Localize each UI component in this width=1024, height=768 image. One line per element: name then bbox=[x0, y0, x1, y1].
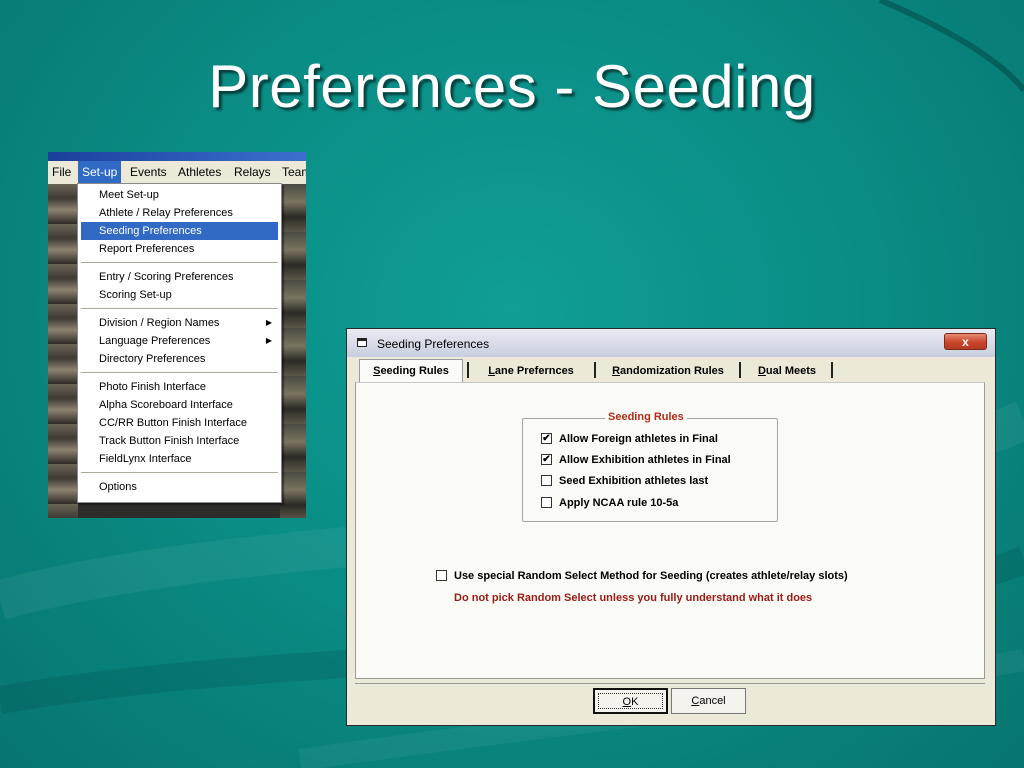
tab-divider bbox=[831, 362, 833, 378]
tab-bar: Seeding Rules Lane Prefernces Randomizat… bbox=[355, 359, 988, 382]
tab-access-key: R bbox=[612, 365, 621, 377]
checkbox-unchecked-icon[interactable] bbox=[436, 570, 447, 581]
menu-item-directory-preferences[interactable]: Directory Preferences bbox=[81, 350, 278, 368]
menu-separator bbox=[81, 262, 278, 263]
menu-team[interactable]: Team bbox=[282, 165, 306, 179]
blurred-background-right bbox=[280, 184, 306, 518]
menu-item-track-button-finish-interface[interactable]: Track Button Finish Interface bbox=[81, 432, 278, 450]
tab-randomization-rules[interactable]: Randomization Rules bbox=[599, 361, 737, 381]
checkbox-label: Use special Random Select Method for See… bbox=[454, 570, 848, 582]
menu-file[interactable]: File bbox=[52, 165, 71, 179]
button-bar: OK Cancel bbox=[355, 683, 985, 718]
menu-item-photo-finish-interface[interactable]: Photo Finish Interface bbox=[81, 378, 278, 396]
ok-button[interactable]: OK bbox=[593, 688, 668, 714]
tab-dual-meets[interactable]: Dual Meets bbox=[745, 361, 829, 381]
seeding-preferences-dialog: Seeding Preferences x Seeding Rules Lane… bbox=[346, 328, 996, 726]
submenu-arrow-icon: ▶ bbox=[265, 318, 272, 327]
seeding-rules-panel: Seeding Rules ✔ Allow Foreign athletes i… bbox=[355, 382, 985, 679]
button-label: ancel bbox=[699, 695, 726, 707]
menu-separator bbox=[81, 372, 278, 373]
checkbox-unchecked-icon[interactable] bbox=[541, 497, 552, 508]
checkbox-checked-icon[interactable]: ✔ bbox=[541, 433, 552, 444]
menu-athletes[interactable]: Athletes bbox=[178, 165, 221, 179]
checkbox-label: Allow Foreign athletes in Final bbox=[559, 433, 718, 445]
menu-screenshot: File Set-up Events Athletes Relays Tea m … bbox=[48, 152, 306, 518]
tab-divider bbox=[739, 362, 741, 378]
menu-item-entry-scoring-preferences[interactable]: Entry / Scoring Preferences bbox=[81, 268, 278, 286]
dialog-title: Seeding Preferences bbox=[377, 337, 490, 351]
checkbox-label: Apply NCAA rule 10-5a bbox=[559, 497, 679, 509]
close-button[interactable]: x bbox=[944, 333, 987, 350]
menu-separator bbox=[81, 308, 278, 309]
random-select-warning: Do not pick Random Select unless you ful… bbox=[454, 592, 813, 604]
cancel-button[interactable]: Cancel bbox=[671, 688, 746, 714]
button-access-key: O bbox=[622, 696, 632, 708]
group-title: Seeding Rules bbox=[605, 411, 687, 423]
tab-label: ual Meets bbox=[765, 365, 817, 377]
tab-lane-preferences[interactable]: Lane Prefernces bbox=[471, 361, 591, 381]
tab-access-key: L bbox=[488, 365, 495, 377]
blurred-background-left bbox=[48, 184, 78, 518]
menu-item-meet-setup[interactable]: Meet Set-up bbox=[81, 186, 278, 204]
menu-item-athlete-relay-preferences[interactable]: Athlete / Relay Preferences bbox=[81, 204, 278, 222]
checkbox-checked-icon[interactable]: ✔ bbox=[541, 454, 552, 465]
menu-item-label: Division / Region Names bbox=[99, 317, 220, 329]
menu-item-ccrr-button-finish-interface[interactable]: CC/RR Button Finish Interface bbox=[81, 414, 278, 432]
button-label: K bbox=[631, 696, 639, 708]
menu-item-label: Language Preferences bbox=[99, 335, 211, 347]
focus-ring: OK bbox=[598, 693, 663, 709]
checkbox-label: Allow Exhibition athletes in Final bbox=[559, 454, 731, 466]
menubar: File Set-up Events Athletes Relays Team bbox=[48, 161, 306, 184]
window-icon bbox=[357, 338, 367, 347]
setup-dropdown-menu: Meet Set-up Athlete / Relay Preferences … bbox=[77, 183, 282, 503]
tab-access-key: D bbox=[757, 365, 766, 377]
dialog-titlebar: Seeding Preferences x bbox=[347, 329, 995, 357]
menu-setup[interactable]: Set-up bbox=[78, 161, 122, 184]
menu-item-fieldlynx-interface[interactable]: FieldLynx Interface bbox=[81, 450, 278, 468]
checkbox-label: Seed Exhibition athletes last bbox=[559, 475, 709, 487]
menu-item-report-preferences[interactable]: Report Preferences bbox=[81, 240, 278, 258]
menu-item-division-region-names[interactable]: Division / Region Names ▶ bbox=[81, 314, 278, 332]
menu-item-options[interactable]: Options bbox=[81, 478, 278, 496]
seeding-rules-group: Seeding Rules ✔ Allow Foreign athletes i… bbox=[522, 411, 778, 522]
menu-separator bbox=[81, 472, 278, 473]
tab-label: ane Prefernces bbox=[494, 365, 574, 377]
menu-events[interactable]: Events bbox=[130, 165, 167, 179]
tab-label: eeding Rules bbox=[380, 365, 449, 377]
menu-item-scoring-setup[interactable]: Scoring Set-up bbox=[81, 286, 278, 304]
checkbox-unchecked-icon[interactable] bbox=[541, 475, 552, 486]
slide-title: Preferences - Seeding bbox=[208, 53, 816, 120]
window-titlebar-strip bbox=[48, 152, 306, 161]
menu-item-alpha-scoreboard-interface[interactable]: Alpha Scoreboard Interface bbox=[81, 396, 278, 414]
menu-item-seeding-preferences[interactable]: Seeding Preferences bbox=[81, 222, 278, 240]
tab-divider bbox=[594, 362, 596, 378]
tab-divider bbox=[467, 362, 469, 378]
tab-label: andomization Rules bbox=[620, 365, 724, 377]
tab-seeding-rules[interactable]: Seeding Rules bbox=[359, 359, 463, 382]
menu-relays[interactable]: Relays bbox=[234, 165, 271, 179]
submenu-arrow-icon: ▶ bbox=[265, 336, 272, 345]
menu-item-language-preferences[interactable]: Language Preferences ▶ bbox=[81, 332, 278, 350]
